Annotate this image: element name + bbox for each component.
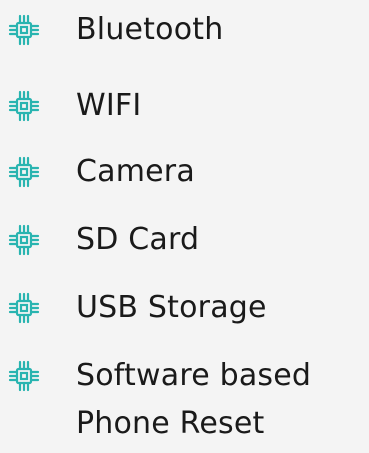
chip-icon	[8, 224, 40, 256]
feature-label: SD Card	[76, 222, 200, 257]
feature-item-usb-storage: USB Storage	[0, 282, 369, 334]
feature-label: USB Storage	[76, 290, 267, 325]
feature-label-line2: Phone Reset	[76, 406, 265, 441]
feature-item-camera: Camera	[0, 146, 369, 198]
feature-label: Camera	[76, 154, 195, 189]
feature-item-wifi: WIFI	[0, 80, 369, 132]
feature-list: Bluetooth WIFI Camera SD Card USB Storag…	[0, 0, 369, 453]
feature-label: Bluetooth	[76, 12, 224, 47]
feature-label: WIFI	[76, 88, 142, 123]
feature-item-bluetooth: Bluetooth	[0, 4, 369, 56]
feature-item-sd-card: SD Card	[0, 214, 369, 266]
feature-item-software-reset: Software based Phone Reset	[0, 350, 369, 450]
chip-icon	[8, 292, 40, 324]
chip-icon	[8, 90, 40, 122]
feature-label-line1: Software based	[76, 358, 312, 393]
chip-icon	[8, 156, 40, 188]
chip-icon	[8, 360, 40, 392]
chip-icon	[8, 14, 40, 46]
